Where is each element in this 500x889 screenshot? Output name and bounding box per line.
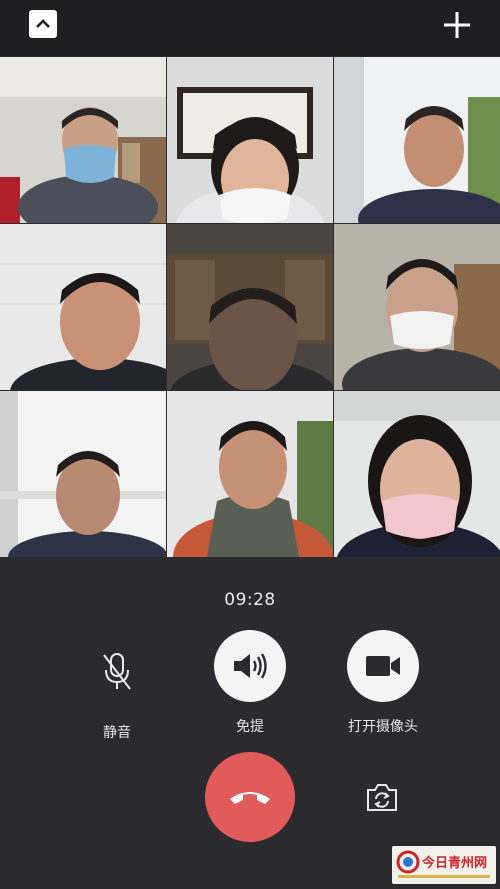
watermark-subtext (398, 875, 490, 878)
camera-button[interactable] (347, 630, 419, 702)
chevron-up-icon (36, 19, 50, 28)
participant-video-tile[interactable] (334, 57, 500, 223)
participant-video-tile[interactable] (334, 224, 500, 390)
collapse-button[interactable] (29, 10, 57, 38)
mute-button[interactable] (81, 636, 153, 708)
add-participant-button[interactable] (440, 8, 474, 42)
participant-video (0, 224, 166, 390)
camera-control[interactable]: 打开摄像头 (333, 630, 433, 736)
mute-label: 静音 (103, 725, 131, 741)
call-timer: 09:28 (224, 590, 276, 610)
mute-control[interactable]: 静音 (67, 636, 167, 742)
participant-video-tile[interactable] (0, 224, 166, 390)
site-watermark: 今日青州网 (392, 846, 496, 884)
hang-up-button[interactable] (205, 752, 295, 842)
phone-hangup-icon (230, 792, 270, 804)
participant-video-tile[interactable] (334, 391, 500, 557)
participant-video-grid (0, 57, 500, 557)
speaker-icon (234, 653, 267, 679)
microphone-off-icon (103, 653, 131, 690)
site-logo-icon (396, 850, 420, 874)
participant-video (167, 224, 333, 390)
camera-switch-icon (367, 784, 397, 811)
switch-camera-button[interactable] (364, 782, 400, 814)
participant-video (334, 391, 500, 557)
camera-label: 打开摄像头 (348, 719, 418, 735)
participant-video-tile[interactable] (167, 224, 333, 390)
participant-video (334, 224, 500, 390)
video-camera-icon (366, 656, 400, 676)
participant-video (167, 391, 333, 557)
speaker-button[interactable] (214, 630, 286, 702)
participant-video-tile[interactable] (0, 391, 166, 557)
speaker-control[interactable]: 免提 (200, 630, 300, 736)
participant-video (0, 57, 166, 223)
participant-video (167, 57, 333, 223)
participant-video-tile[interactable] (167, 57, 333, 223)
watermark-text: 今日青州网 (422, 856, 488, 871)
top-bar (0, 0, 500, 56)
participant-video (334, 57, 500, 223)
participant-video (0, 391, 166, 557)
participant-video-tile[interactable] (167, 391, 333, 557)
speaker-label: 免提 (236, 719, 264, 735)
participant-video-tile[interactable] (0, 57, 166, 223)
plus-icon (444, 12, 470, 38)
